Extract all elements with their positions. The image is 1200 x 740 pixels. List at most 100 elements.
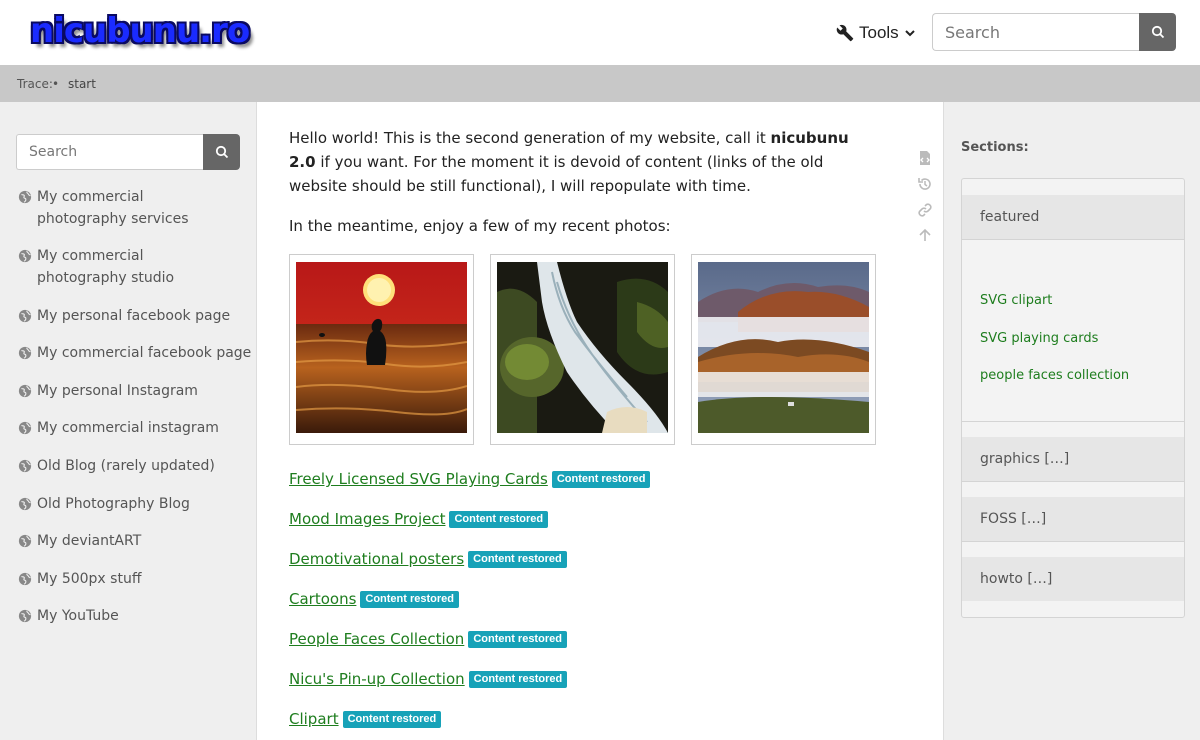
meantime-paragraph: In the meantime, enjoy a few of my recen… <box>289 217 671 235</box>
sidebar-link-label: My commercial photography services <box>37 189 189 227</box>
globe-icon <box>18 572 32 586</box>
chevron-down-icon <box>904 30 915 37</box>
project-item: Nicu's Pin-up Collection Content restore… <box>289 670 568 688</box>
featured-link[interactable]: SVG clipart <box>980 293 1052 308</box>
project-item: Clipart Content restored <box>289 710 442 728</box>
sidebar-link[interactable]: My commercial instagram <box>18 417 219 439</box>
status-badge: Content restored <box>449 510 549 528</box>
section-howto[interactable]: howto […] <box>962 557 1184 601</box>
featured-link[interactable]: people faces collection <box>980 368 1129 383</box>
status-badge: Content restored <box>468 630 567 648</box>
intro-text-continued: if you want. For the moment it is devoid… <box>289 153 824 195</box>
right-sidebar: Sections: featured SVG clipart SVG playi… <box>943 102 1200 740</box>
globe-icon <box>18 459 32 473</box>
tools-menu-button[interactable]: Tools <box>836 20 916 46</box>
foggy-hills-image <box>698 262 869 433</box>
sunset-swimmer-image <box>296 262 467 433</box>
left-sidebar: My commercial photography services My co… <box>0 102 257 740</box>
sidebar-link[interactable]: Old Blog (rarely updated) <box>18 455 215 477</box>
backlinks-icon[interactable] <box>917 202 933 218</box>
project-link[interactable]: Nicu's Pin-up Collection <box>289 670 465 688</box>
section-graphics[interactable]: graphics […] <box>962 437 1184 481</box>
back-to-top-icon[interactable] <box>917 227 933 243</box>
sidebar-link-label: My commercial photography studio <box>37 248 175 286</box>
sidebar-link[interactable]: My commercial photography services <box>18 186 233 230</box>
status-badge: Content restored <box>551 470 651 488</box>
project-link[interactable]: Cartoons <box>289 590 356 608</box>
sidebar-link-label: Old Blog (rarely updated) <box>37 458 215 474</box>
main-content: Hello world! This is the second generati… <box>258 102 943 740</box>
project-link[interactable]: Freely Licensed SVG Playing Cards <box>289 470 548 488</box>
sidebar-link[interactable]: My personal facebook page <box>18 305 230 327</box>
sidebar-link-label: My YouTube <box>37 608 119 624</box>
status-badge: Content restored <box>342 710 442 728</box>
status-badge: Content restored <box>468 670 568 688</box>
project-item: Demotivational posters Content restored <box>289 550 567 568</box>
sidebar-link[interactable]: My YouTube <box>18 605 119 627</box>
sidebar-link-label: My commercial facebook page <box>37 345 252 361</box>
sunset-swimmer-photo[interactable] <box>289 254 474 445</box>
sidebar-link-label: My commercial instagram <box>37 420 219 436</box>
globe-icon <box>18 609 32 623</box>
breadcrumb-separator: • <box>52 77 60 91</box>
globe-icon <box>18 309 32 323</box>
project-item: Cartoons Content restored <box>289 590 460 608</box>
waterfall-image <box>497 262 668 433</box>
old-revisions-icon[interactable] <box>917 176 933 192</box>
project-link[interactable]: People Faces Collection <box>289 630 464 648</box>
header-search <box>932 13 1176 51</box>
search-icon <box>215 145 228 159</box>
waterfall-photo[interactable] <box>490 254 675 445</box>
divider <box>962 481 1184 482</box>
project-item: Mood Images Project Content restored <box>289 510 549 528</box>
divider <box>962 239 1184 240</box>
header-search-input[interactable] <box>932 13 1139 51</box>
breadcrumb: Trace: • start <box>0 65 1200 102</box>
sidebar-link[interactable]: My commercial facebook page <box>18 342 251 364</box>
sidebar-link-label: My deviantART <box>37 533 142 549</box>
sidebar-search <box>16 134 240 170</box>
sidebar-link[interactable]: My 500px stuff <box>18 568 141 590</box>
sidebar-link[interactable]: My deviantART <box>18 530 141 552</box>
project-link[interactable]: Demotivational posters <box>289 550 464 568</box>
intro-text: Hello world! This is the second generati… <box>289 129 771 147</box>
sections-panel: featured SVG clipart SVG playing cards p… <box>961 178 1185 618</box>
globe-icon <box>18 190 32 204</box>
show-source-icon[interactable] <box>917 150 933 166</box>
tools-label: Tools <box>859 23 899 42</box>
globe-icon <box>18 421 32 435</box>
breadcrumb-label: Trace: <box>17 77 53 91</box>
globe-icon <box>18 534 32 548</box>
project-item: Freely Licensed SVG Playing Cards Conten… <box>289 470 651 488</box>
sidebar-link-label: Old Photography Blog <box>37 496 190 512</box>
globe-icon <box>18 249 32 263</box>
sidebar-link-label: My personal facebook page <box>37 308 231 324</box>
sidebar-link[interactable]: My personal Instagram <box>18 380 198 402</box>
foggy-hills-photo[interactable] <box>691 254 876 445</box>
section-featured[interactable]: featured <box>962 195 1184 239</box>
sidebar-search-button[interactable] <box>203 134 240 170</box>
site-logo[interactable]: nicubunu.ro <box>30 8 260 54</box>
breadcrumb-current[interactable]: start <box>68 77 96 91</box>
section-foss[interactable]: FOSS […] <box>962 497 1184 541</box>
sidebar-link[interactable]: Old Photography Blog <box>18 493 190 515</box>
wrench-icon <box>836 24 854 42</box>
logo-text: nicubunu.ro <box>30 11 250 51</box>
header-search-button[interactable] <box>1139 13 1176 51</box>
project-link[interactable]: Mood Images Project <box>289 510 445 528</box>
intro-paragraph: Hello world! This is the second generati… <box>289 126 869 198</box>
sidebar-link-label: My personal Instagram <box>37 383 198 399</box>
sidebar-search-input[interactable] <box>16 134 203 170</box>
globe-icon <box>18 497 32 511</box>
divider <box>962 421 1184 422</box>
featured-link[interactable]: SVG playing cards <box>980 331 1098 346</box>
search-icon <box>1151 25 1164 39</box>
divider <box>962 541 1184 542</box>
globe-icon <box>18 346 32 360</box>
project-link[interactable]: Clipart <box>289 710 339 728</box>
sidebar-link[interactable]: My commercial photography studio <box>18 245 233 289</box>
globe-icon <box>18 384 32 398</box>
sections-title: Sections: <box>961 140 1029 155</box>
sidebar-link-label: My 500px stuff <box>37 571 142 587</box>
status-badge: Content restored <box>468 550 567 568</box>
